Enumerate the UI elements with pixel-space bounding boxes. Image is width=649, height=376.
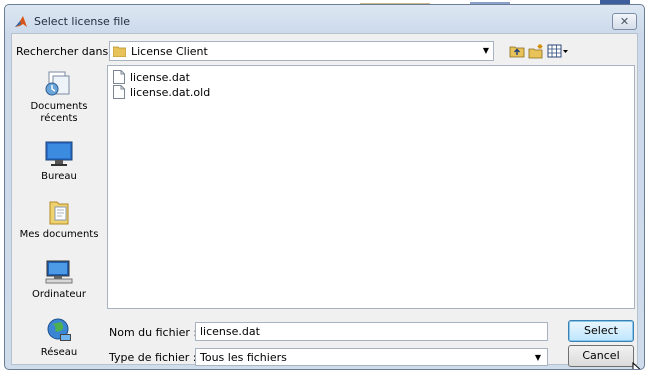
- view-menu-icon[interactable]: [547, 43, 569, 59]
- select-license-dialog: Select license file ✕ Rechercher dans : …: [4, 4, 645, 370]
- mouse-cursor-icon: [632, 362, 641, 369]
- place-my-documents[interactable]: Mes documents: [16, 198, 102, 241]
- file-type-value: Tous les fichiers: [200, 351, 287, 364]
- recent-documents-icon: [45, 71, 70, 96]
- place-recent-documents[interactable]: Documents récents: [16, 70, 102, 125]
- file-type-label: Type de fichier :: [109, 351, 197, 364]
- place-label: Documents récents: [30, 101, 88, 124]
- title-bar[interactable]: Select license file ✕: [5, 5, 644, 33]
- file-name: license.dat.old: [130, 86, 211, 99]
- close-button[interactable]: ✕: [612, 13, 637, 30]
- look-in-value: License Client: [131, 45, 208, 58]
- file-icon: [113, 70, 125, 84]
- up-folder-icon[interactable]: [509, 43, 525, 59]
- place-label: Bureau: [41, 171, 77, 182]
- look-in-label: Rechercher dans :: [16, 45, 116, 58]
- chevron-down-icon: ▼: [534, 353, 541, 362]
- folder-icon: [113, 46, 126, 57]
- desktop-icon: [45, 141, 73, 166]
- matlab-icon: [15, 16, 27, 27]
- place-label: Mes documents: [19, 229, 99, 240]
- look-in-combobox[interactable]: License Client ▼: [109, 41, 494, 61]
- new-folder-icon[interactable]: [528, 43, 544, 59]
- computer-icon: [45, 260, 73, 284]
- select-button[interactable]: Select: [568, 320, 634, 342]
- file-name-label: Nom du fichier :: [109, 326, 198, 339]
- place-desktop[interactable]: Bureau: [16, 140, 102, 183]
- place-computer[interactable]: Ordinateur: [16, 258, 102, 301]
- file-icon: [113, 85, 125, 99]
- cancel-button[interactable]: Cancel: [568, 345, 634, 367]
- my-documents-icon: [49, 201, 69, 225]
- window-title: Select license file: [34, 15, 131, 28]
- places-bar: Documents récents Bureau Mes documents O…: [16, 65, 102, 359]
- close-icon: ✕: [619, 15, 630, 28]
- dialog-body: Rechercher dans : License Client ▼ Docum…: [11, 33, 641, 369]
- place-label: Réseau: [40, 347, 78, 358]
- chevron-down-icon: ▼: [482, 46, 489, 55]
- place-label: Ordinateur: [32, 289, 86, 300]
- file-name: license.dat: [130, 71, 190, 84]
- file-list[interactable]: license.dat license.dat.old: [107, 65, 635, 309]
- place-network[interactable]: Réseau: [16, 316, 102, 359]
- file-name-input[interactable]: license.dat: [195, 322, 548, 341]
- file-type-combobox[interactable]: Tous les fichiers ▼: [195, 348, 548, 366]
- network-icon: [47, 318, 71, 341]
